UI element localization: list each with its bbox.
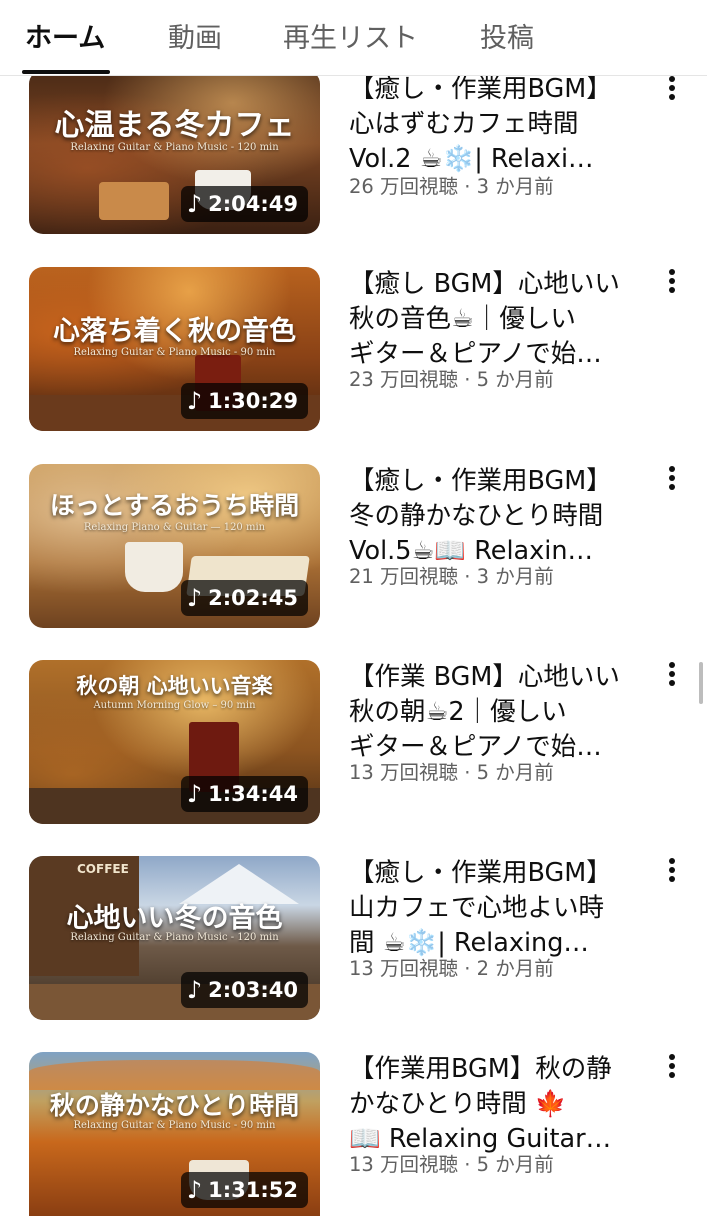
active-tab-indicator	[22, 70, 110, 74]
video-title-line: 【作業 BGM】心地いい	[349, 662, 620, 692]
music-note-icon: ♪	[186, 190, 203, 218]
video-title-line: 【癒し BGM】心地いい	[349, 269, 620, 299]
tab-home[interactable]: ホーム	[25, 16, 105, 55]
more-vert-icon[interactable]	[662, 1054, 682, 1084]
video-thumbnail[interactable]: 秋の朝 心地いい音楽 Autumn Morning Glow – 90 min …	[29, 660, 320, 824]
video-title-line: 秋の朝☕2｜優しい	[349, 697, 567, 727]
video-thumbnail[interactable]: COFFEE 心地いい冬の音色 Relaxing Guitar & Piano …	[29, 856, 320, 1020]
duration-text: 1:30:29	[208, 389, 298, 413]
thumbnail-subtitle: Relaxing Guitar & Piano Music - 120 min	[70, 142, 279, 153]
more-vert-icon[interactable]	[662, 269, 682, 299]
video-title-line: 秋の音色☕｜優しい	[349, 304, 576, 334]
thumbnail-subtitle: Relaxing Piano & Guitar — 120 min	[83, 522, 266, 533]
video-title-line: 【癒し・作業用BGM】	[349, 858, 612, 888]
thumbnail-subtitle: Autumn Morning Glow – 90 min	[93, 700, 256, 711]
duration-badge: ♪ 1:34:44	[180, 776, 308, 812]
video-item[interactable]: 秋の朝 心地いい音楽 Autumn Morning Glow – 90 min …	[0, 660, 707, 828]
music-note-icon: ♪	[186, 387, 203, 415]
music-note-icon: ♪	[186, 780, 203, 808]
thumbnail-subtitle: Relaxing Guitar & Piano Music - 120 min	[70, 932, 279, 943]
duration-badge: ♪ 2:04:49	[180, 186, 308, 222]
thumbnail-title: 心温まる冬カフェ	[54, 108, 295, 143]
video-item[interactable]: ほっとするおうち時間 Relaxing Piano & Guitar — 120…	[0, 464, 707, 632]
thumbnail-title: 秋の朝 心地いい音楽	[76, 674, 273, 698]
video-thumbnail[interactable]: 秋の静かなひとり時間 Relaxing Guitar & Piano Music…	[29, 1052, 320, 1216]
coffee-cup-image	[125, 542, 183, 592]
thumbnail-title: ほっとするおうち時間	[49, 491, 300, 520]
video-meta: 13 万回視聴 · 5 か月前	[349, 1153, 554, 1176]
video-title[interactable]: 【作業用BGM】秋の静 かなひとり時間 🍁 📖 Relaxing Guitar…	[349, 1052, 631, 1157]
video-title-line: 【癒し・作業用BGM】	[349, 74, 612, 104]
scrollbar[interactable]	[699, 662, 703, 704]
video-title-line: かなひとり時間 🍁	[349, 1089, 567, 1119]
video-title-line: 【癒し・作業用BGM】	[349, 466, 612, 496]
thumbnail-subtitle: Relaxing Guitar & Piano Music - 90 min	[73, 347, 276, 358]
video-meta: 21 万回視聴 · 3 か月前	[349, 565, 554, 588]
duration-text: 1:31:52	[208, 1178, 298, 1202]
video-title[interactable]: 【癒し・作業用BGM】 心はずむカフェ時間 Vol.2 ☕❄️| Relaxi…	[349, 72, 631, 177]
duration-text: 2:03:40	[208, 978, 298, 1002]
video-meta: 13 万回視聴 · 2 か月前	[349, 957, 554, 980]
duration-text: 2:02:45	[208, 586, 298, 610]
more-vert-icon[interactable]	[662, 76, 682, 106]
video-title[interactable]: 【癒し・作業用BGM】 冬の静かなひとり時間 Vol.5☕📖 Relaxin…	[349, 464, 631, 569]
video-meta: 13 万回視聴 · 5 か月前	[349, 761, 554, 784]
duration-badge: ♪ 2:03:40	[180, 972, 308, 1008]
more-vert-icon[interactable]	[662, 858, 682, 888]
cafe-sign: COFFEE	[77, 862, 129, 876]
channel-tab-bar: ホーム 動画 再生リスト 投稿	[0, 0, 707, 76]
video-title[interactable]: 【癒し BGM】心地いい 秋の音色☕｜優しい ギター＆ピアノで始…	[349, 267, 631, 372]
video-thumbnail[interactable]: 心落ち着く秋の音色 Relaxing Guitar & Piano Music …	[29, 267, 320, 431]
thumbnail-title: 心地いい冬の音色	[66, 903, 283, 934]
tab-playlists[interactable]: 再生リスト	[283, 16, 418, 55]
video-title-line: 【作業用BGM】秋の静	[349, 1054, 612, 1084]
video-title-line: 冬の静かなひとり時間	[349, 501, 604, 531]
video-item[interactable]: 心温まる冬カフェ Relaxing Guitar & Piano Music -…	[0, 70, 707, 238]
cake-image	[99, 182, 169, 220]
video-thumbnail[interactable]: 心温まる冬カフェ Relaxing Guitar & Piano Music -…	[29, 70, 320, 234]
thumbnail-title: 秋の静かなひとり時間	[49, 1091, 300, 1120]
duration-badge: ♪ 1:31:52	[180, 1172, 308, 1208]
video-item[interactable]: 秋の静かなひとり時間 Relaxing Guitar & Piano Music…	[0, 1052, 707, 1220]
video-title[interactable]: 【作業 BGM】心地いい 秋の朝☕2｜優しい ギター＆ピアノで始…	[349, 660, 631, 765]
video-title-line: 山カフェで心地よい時	[349, 893, 605, 923]
video-meta: 26 万回視聴 · 3 か月前	[349, 175, 554, 198]
video-title-line: 心はずむカフェ時間	[349, 109, 579, 139]
video-item[interactable]: 心落ち着く秋の音色 Relaxing Guitar & Piano Music …	[0, 267, 707, 435]
more-vert-icon[interactable]	[662, 662, 682, 692]
music-note-icon: ♪	[186, 976, 203, 1004]
video-meta: 23 万回視聴 · 5 か月前	[349, 368, 554, 391]
video-title[interactable]: 【癒し・作業用BGM】 山カフェで心地よい時 間 ☕❄️| Relaxing…	[349, 856, 631, 961]
music-note-icon: ♪	[186, 584, 203, 612]
duration-badge: ♪ 1:30:29	[180, 383, 308, 419]
more-vert-icon[interactable]	[662, 466, 682, 496]
video-item[interactable]: COFFEE 心地いい冬の音色 Relaxing Guitar & Piano …	[0, 856, 707, 1024]
tab-posts[interactable]: 投稿	[480, 16, 534, 55]
tab-videos[interactable]: 動画	[168, 16, 222, 55]
duration-text: 2:04:49	[208, 192, 298, 216]
thumbnail-title: 心落ち着く秋の音色	[53, 316, 296, 347]
video-thumbnail[interactable]: ほっとするおうち時間 Relaxing Piano & Guitar — 120…	[29, 464, 320, 628]
duration-text: 1:34:44	[208, 782, 298, 806]
thumbnail-subtitle: Relaxing Guitar & Piano Music - 90 min	[73, 1120, 276, 1131]
duration-badge: ♪ 2:02:45	[180, 580, 308, 616]
